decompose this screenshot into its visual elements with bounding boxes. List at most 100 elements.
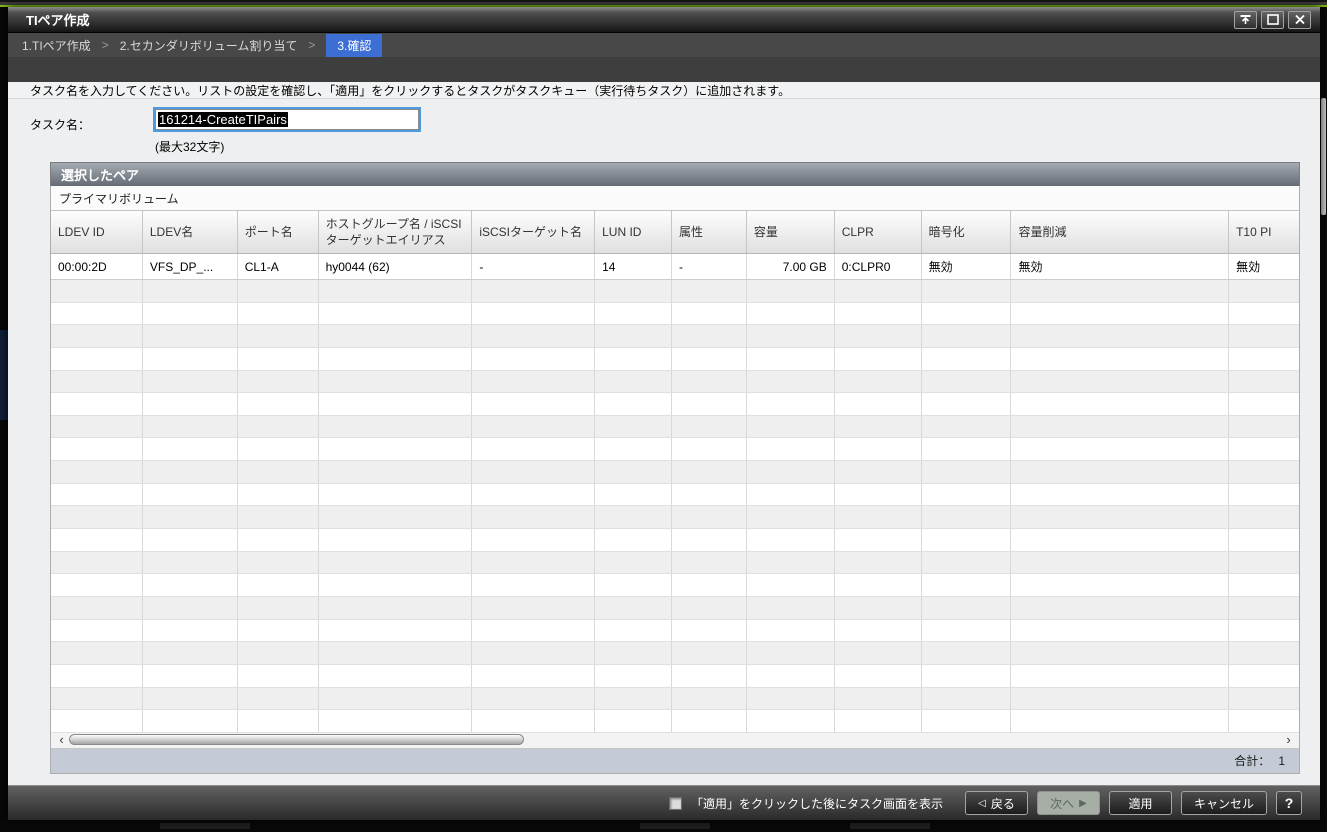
table-cell bbox=[472, 393, 595, 415]
pairs-table: LDEV IDLDEV名ポート名ホストグループ名 / iSCSI ターゲットエイ… bbox=[50, 211, 1300, 774]
table-cell bbox=[472, 303, 595, 325]
table-empty-row bbox=[51, 303, 1299, 326]
table-cell bbox=[472, 552, 595, 574]
table-empty-row bbox=[51, 665, 1299, 688]
table-cell bbox=[472, 325, 595, 347]
table-cell bbox=[238, 597, 319, 619]
table-cell bbox=[595, 552, 672, 574]
table-cell bbox=[1229, 506, 1299, 528]
table-cell bbox=[1229, 642, 1299, 664]
horizontal-scrollbar[interactable]: ‹ › bbox=[51, 733, 1299, 749]
maximize-button[interactable] bbox=[1261, 11, 1284, 29]
table-cell bbox=[747, 642, 835, 664]
scroll-left-icon[interactable]: ‹ bbox=[56, 735, 67, 745]
table-cell bbox=[51, 416, 143, 438]
table-cell bbox=[238, 552, 319, 574]
back-button-label: 戻る bbox=[991, 795, 1015, 812]
table-cell bbox=[319, 529, 473, 551]
help-button[interactable]: ? bbox=[1276, 791, 1302, 815]
table-empty-row bbox=[51, 325, 1299, 348]
table-cell bbox=[1011, 665, 1229, 687]
table-header-row: LDEV IDLDEV名ポート名ホストグループ名 / iSCSI ターゲットエイ… bbox=[51, 211, 1299, 254]
table-cell bbox=[1011, 303, 1229, 325]
table-cell bbox=[595, 393, 672, 415]
column-header[interactable]: 暗号化 bbox=[922, 211, 1012, 253]
table-cell bbox=[51, 348, 143, 370]
column-header[interactable]: CLPR bbox=[835, 211, 922, 253]
table-cell bbox=[922, 642, 1012, 664]
table-cell bbox=[472, 280, 595, 302]
column-header[interactable]: 容量 bbox=[747, 211, 835, 253]
table-cell bbox=[922, 280, 1012, 302]
primary-volume-label: プライマリボリューム bbox=[59, 190, 179, 207]
table-cell bbox=[319, 348, 473, 370]
table-cell bbox=[1229, 416, 1299, 438]
table-cell bbox=[319, 371, 473, 393]
table-cell bbox=[1011, 371, 1229, 393]
table-cell bbox=[1011, 438, 1229, 460]
selected-pairs-title: 選択したペア bbox=[61, 165, 139, 184]
table-cell bbox=[672, 438, 747, 460]
scrollbar-thumb[interactable] bbox=[69, 734, 524, 745]
table-cell bbox=[1229, 325, 1299, 347]
column-header[interactable]: LDEV ID bbox=[51, 211, 143, 253]
table-cell bbox=[51, 574, 143, 596]
table-cell bbox=[595, 438, 672, 460]
table-cell bbox=[672, 371, 747, 393]
table-cell bbox=[143, 348, 238, 370]
column-header[interactable]: LUN ID bbox=[595, 211, 672, 253]
show-task-screen-checkbox[interactable] bbox=[669, 797, 682, 810]
table-empty-row bbox=[51, 371, 1299, 394]
scrollbar-track[interactable] bbox=[67, 734, 1283, 746]
table-cell bbox=[672, 574, 747, 596]
table-cell bbox=[747, 416, 835, 438]
table-cell bbox=[143, 303, 238, 325]
table-cell bbox=[319, 325, 473, 347]
column-header[interactable]: 属性 bbox=[672, 211, 747, 253]
table-cell bbox=[747, 665, 835, 687]
table-total-bar: 合計： 1 bbox=[51, 749, 1299, 773]
back-arrow-icon: ◁ bbox=[978, 798, 986, 809]
table-cell bbox=[472, 620, 595, 642]
breadcrumb-separator: > bbox=[308, 38, 315, 52]
table-cell bbox=[238, 665, 319, 687]
cancel-button[interactable]: キャンセル bbox=[1181, 791, 1267, 815]
table-cell bbox=[835, 325, 922, 347]
action-bar: 「適用」をクリックした後にタスク画面を表示 ◁ 戻る 次へ ▶ 適用 キャンセル… bbox=[8, 785, 1320, 820]
table-cell bbox=[672, 393, 747, 415]
column-header[interactable]: 容量削減 bbox=[1011, 211, 1229, 253]
column-header[interactable]: ポート名 bbox=[238, 211, 319, 253]
column-header[interactable]: ホストグループ名 / iSCSI ターゲットエイリアス bbox=[319, 211, 473, 253]
table-cell bbox=[672, 280, 747, 302]
column-header[interactable]: LDEV名 bbox=[143, 211, 238, 253]
table-cell bbox=[51, 665, 143, 687]
task-name-input[interactable]: 161214-CreateTIPairs bbox=[153, 107, 421, 132]
table-cell bbox=[319, 461, 473, 483]
table-cell bbox=[835, 438, 922, 460]
close-button[interactable] bbox=[1288, 11, 1311, 29]
instruction-bar: タスク名を入力してください。リストの設定を確認し、「適用」をクリックするとタスク… bbox=[8, 82, 1320, 99]
column-header[interactable]: iSCSIターゲット名 bbox=[472, 211, 595, 253]
table-cell bbox=[319, 710, 473, 732]
table-cell bbox=[595, 665, 672, 687]
shade-button[interactable] bbox=[1234, 11, 1257, 29]
table-cell: hy0044 (62) bbox=[319, 254, 473, 279]
table-cell bbox=[595, 642, 672, 664]
table-cell bbox=[319, 665, 473, 687]
back-button[interactable]: ◁ 戻る bbox=[965, 791, 1028, 815]
table-cell bbox=[472, 371, 595, 393]
background-app-top-strip bbox=[0, 0, 1327, 7]
table-cell bbox=[319, 416, 473, 438]
table-cell bbox=[1011, 688, 1229, 710]
table-cell: 00:00:2D bbox=[51, 254, 143, 279]
table-row[interactable]: 00:00:2DVFS_DP_...CL1-Ahy0044 (62)-14-7.… bbox=[51, 254, 1299, 280]
table-cell bbox=[922, 552, 1012, 574]
table-cell bbox=[143, 393, 238, 415]
column-header[interactable]: T10 PI bbox=[1229, 211, 1299, 253]
table-cell: 7.00 GB bbox=[747, 254, 835, 279]
table-cell bbox=[672, 325, 747, 347]
table-cell bbox=[51, 620, 143, 642]
scroll-right-icon[interactable]: › bbox=[1283, 735, 1294, 745]
apply-button[interactable]: 適用 bbox=[1109, 791, 1172, 815]
table-cell bbox=[143, 552, 238, 574]
